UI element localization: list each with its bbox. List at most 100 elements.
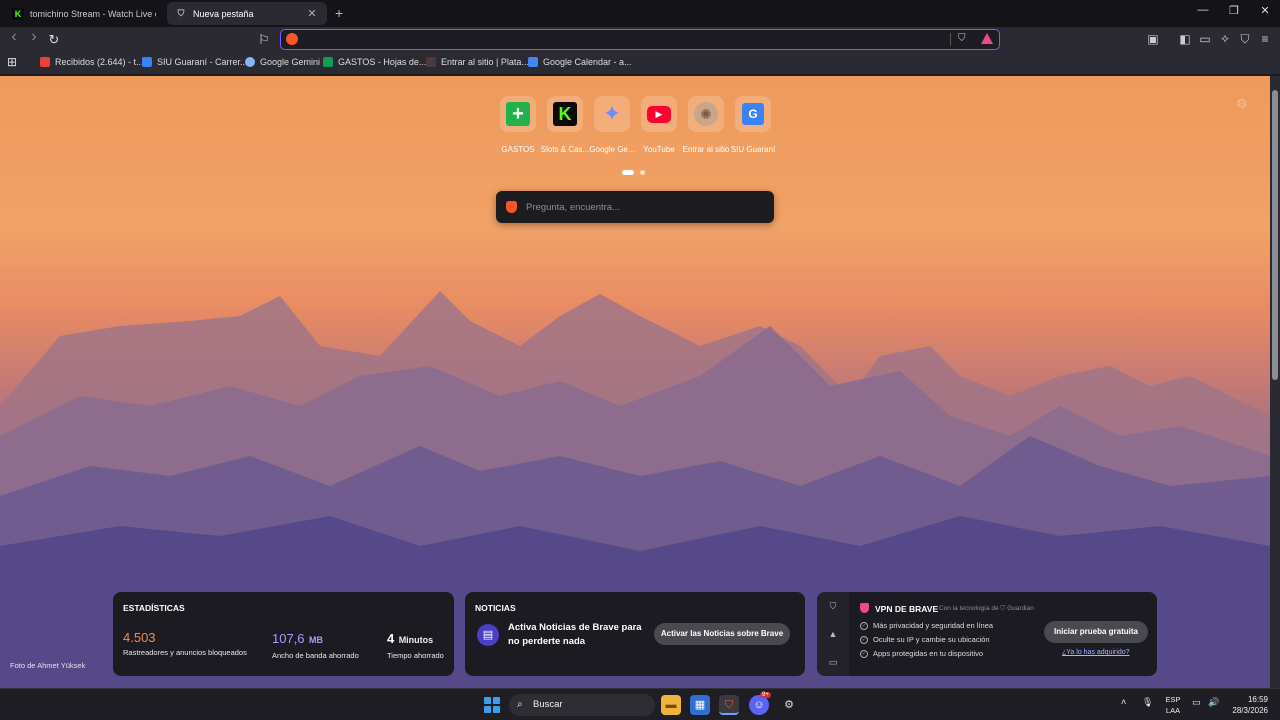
- bookmark-entrar-al-sitio[interactable]: Entrar al sitio | Plata...: [426, 57, 529, 67]
- stat-bandwidth-value: 107,6: [272, 631, 305, 646]
- menu-icon[interactable]: ≡: [1257, 32, 1273, 46]
- stat-bandwidth: 107,6 MB Ancho de banda ahorrado: [272, 630, 359, 660]
- check-icon: ✓: [860, 621, 868, 630]
- microphone-icon[interactable]: 🎙: [1142, 697, 1153, 708]
- address-bar[interactable]: ⛉: [280, 29, 1000, 50]
- talk-tab-icon[interactable]: ▭: [827, 657, 839, 668]
- gmail-icon: [40, 57, 50, 67]
- tab-new-tab[interactable]: ⛉ Nueva pestaña ✕: [167, 2, 327, 25]
- brave-browser-icon[interactable]: ⛉: [719, 695, 739, 715]
- vpn-feature-label: Más privacidad y seguridad en línea: [873, 621, 994, 630]
- language-code: ESP: [1165, 695, 1181, 704]
- brave-shields-icon[interactable]: ⛉: [958, 33, 966, 44]
- new-tab-button[interactable]: +: [335, 5, 343, 21]
- reload-button[interactable]: ↻: [46, 32, 62, 48]
- calendar-icon: [528, 57, 538, 67]
- activate-news-button[interactable]: Activar las Noticias sobre Brave: [654, 623, 790, 645]
- start-trial-button[interactable]: Iniciar prueba gratuita: [1044, 621, 1148, 643]
- top-site-gastos[interactable]: + GASTOS: [496, 96, 540, 154]
- search-icon: ⌕: [517, 699, 523, 710]
- steam-icon[interactable]: ⚙: [779, 695, 799, 715]
- search-input[interactable]: [526, 199, 756, 215]
- wallet-icon[interactable]: ▭: [1197, 32, 1213, 46]
- bookmark-gmail[interactable]: Recibidos (2.644) - t...: [40, 57, 144, 67]
- gemini-icon: ✦: [602, 101, 622, 126]
- close-tab-icon[interactable]: ✕: [305, 7, 319, 20]
- top-site-google-gemini[interactable]: ✦ Google Ge...: [589, 96, 635, 154]
- network-icon[interactable]: ▭: [1192, 697, 1201, 708]
- search-box[interactable]: [496, 191, 774, 223]
- gemini-icon: [245, 57, 255, 67]
- bookmark-gastos[interactable]: GASTOS - Hojas de...: [323, 57, 426, 67]
- siu-guarani-icon: [142, 57, 152, 67]
- divider: [950, 33, 951, 46]
- kick-icon: K: [553, 102, 577, 126]
- back-button[interactable]: ‹: [6, 28, 22, 46]
- top-site-label: SIU Guaraní: [730, 145, 776, 154]
- bookmark-page-button[interactable]: ⚐: [256, 32, 272, 48]
- top-site-entrar-al-sitio[interactable]: ✺ Entrar al sitio: [683, 96, 729, 154]
- bookmark-gemini[interactable]: Google Gemini: [245, 57, 320, 67]
- bookmark-siu-guarani[interactable]: SIU Guaraní - Carrer...: [142, 57, 248, 67]
- bookmark-google-calendar[interactable]: Google Calendar - a...: [528, 57, 632, 67]
- photo-credit: Foto de Ahmet Yüksek: [10, 661, 86, 670]
- top-site-slots[interactable]: K Slots & Cas...: [541, 96, 589, 154]
- tab-title: tomichino Stream - Watch Live on Ki: [30, 8, 156, 19]
- file-explorer-icon[interactable]: ▬: [661, 695, 681, 715]
- stat-time-label: Tiempo ahorrado: [387, 651, 444, 660]
- tab-search-icon[interactable]: ▣: [1145, 32, 1161, 46]
- brave-search-icon: [506, 201, 517, 213]
- top-site-youtube[interactable]: ▶ YouTube: [637, 96, 681, 154]
- already-purchased-link[interactable]: ¿Ya lo has adquirido?: [1062, 649, 1130, 656]
- top-site-tile: +: [500, 96, 536, 132]
- minimize-button[interactable]: —: [1188, 4, 1218, 16]
- restore-button[interactable]: ❐: [1219, 4, 1249, 17]
- top-sites-pager: [622, 164, 647, 182]
- tab-kick-stream[interactable]: K tomichino Stream - Watch Live on Ki: [4, 2, 164, 25]
- sidebar-icon[interactable]: ◧: [1177, 32, 1193, 46]
- youtube-icon: ▶: [647, 105, 671, 123]
- stats-widget: ESTADÍSTICAS 4.503 Rastreadores y anunci…: [113, 592, 454, 676]
- check-icon: ✓: [860, 635, 868, 644]
- vpn-icon[interactable]: ⛉: [1237, 32, 1253, 47]
- bookmark-label: Google Calendar - a...: [543, 57, 632, 67]
- page-scrollbar[interactable]: [1270, 76, 1280, 688]
- rewards-tab-icon[interactable]: ▲: [827, 629, 839, 639]
- siu-guarani-icon: G: [742, 103, 764, 125]
- apps-grid-icon[interactable]: ⊞: [7, 55, 17, 69]
- leo-ai-icon[interactable]: ✧: [1217, 32, 1233, 46]
- vpn-widget: ⛉ ▲ ▭ VPN DE BRAVE Con la tecnología de …: [817, 592, 1157, 676]
- discord-badge: 9+: [760, 692, 771, 698]
- vpn-subtitle: Con la tecnología de ⛉ Guardian: [939, 605, 1034, 612]
- keyboard-layout: LAA: [1165, 706, 1181, 715]
- windows-taskbar: ⌕ Buscar ▬ ▦ ⛉ ☺ 9+ ⚙ ˄ 🎙 ESP LAA ▭ 🔊 16:…: [0, 688, 1280, 720]
- top-site-tile: ✺: [688, 96, 724, 132]
- system-clock[interactable]: 16:59 28/3/2026: [1226, 694, 1268, 716]
- vpn-title: VPN DE BRAVE: [875, 604, 939, 614]
- taskbar-search[interactable]: ⌕ Buscar: [509, 694, 655, 716]
- vpn-feature: ✓ Apps protegidas en tu dispositivo: [860, 649, 983, 658]
- search-engine-icon: [286, 33, 298, 45]
- forward-button[interactable]: ›: [26, 28, 42, 46]
- microsoft-store-icon[interactable]: ▦: [690, 695, 710, 715]
- scrollbar-thumb[interactable]: [1272, 90, 1278, 380]
- volume-icon[interactable]: 🔊: [1208, 697, 1219, 708]
- close-window-button[interactable]: ✕: [1250, 4, 1280, 17]
- language-indicator[interactable]: ESP LAA: [1163, 694, 1183, 716]
- pager-dot-active[interactable]: [622, 170, 634, 176]
- customize-settings-icon[interactable]: ⚙: [1236, 96, 1248, 112]
- show-hidden-icons[interactable]: ˄: [1121, 697, 1126, 707]
- stats-title: ESTADÍSTICAS: [123, 603, 185, 613]
- news-title: NOTICIAS: [475, 603, 516, 613]
- pager-dot[interactable]: [640, 170, 646, 176]
- tab-strip: K tomichino Stream - Watch Live on Ki ⛉ …: [0, 0, 1280, 27]
- site-icon: [426, 57, 436, 67]
- windows-start-icon[interactable]: [484, 697, 500, 713]
- stat-bandwidth-label: Ancho de banda ahorrado: [272, 651, 359, 660]
- bookmark-label: Google Gemini: [260, 57, 321, 67]
- bookmark-label: SIU Guaraní - Carrer...: [157, 57, 248, 67]
- top-site-siu-guarani[interactable]: G SIU Guaraní: [731, 96, 775, 154]
- brave-rewards-icon[interactable]: [981, 33, 993, 44]
- discord-icon[interactable]: ☺: [749, 695, 769, 715]
- vpn-tab-icon[interactable]: ⛉: [827, 601, 839, 612]
